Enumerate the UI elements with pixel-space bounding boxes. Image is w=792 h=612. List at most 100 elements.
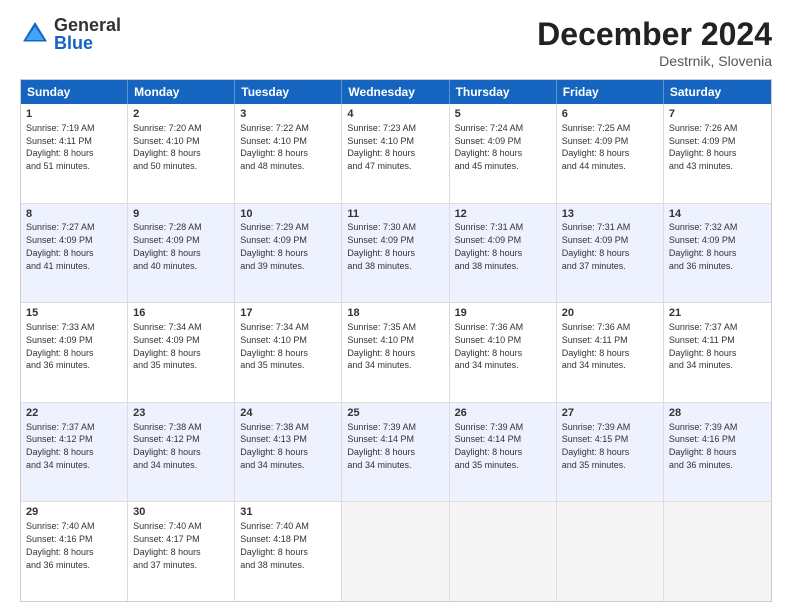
cell-info: Sunrise: 7:37 AMSunset: 4:12 PMDaylight:… [26, 422, 95, 470]
cell-dec25: 25 Sunrise: 7:39 AMSunset: 4:14 PMDaylig… [342, 403, 449, 502]
cell-info: Sunrise: 7:31 AMSunset: 4:09 PMDaylight:… [455, 222, 524, 270]
location: Destrnik, Slovenia [537, 53, 772, 69]
calendar: Sunday Monday Tuesday Wednesday Thursday… [20, 79, 772, 602]
cell-info: Sunrise: 7:22 AMSunset: 4:10 PMDaylight:… [240, 123, 309, 171]
cell-dec10: 10 Sunrise: 7:29 AMSunset: 4:09 PMDaylig… [235, 204, 342, 303]
cell-info: Sunrise: 7:37 AMSunset: 4:11 PMDaylight:… [669, 322, 738, 370]
cell-dec24: 24 Sunrise: 7:38 AMSunset: 4:13 PMDaylig… [235, 403, 342, 502]
day-number: 27 [562, 406, 658, 421]
logo: General Blue [20, 16, 121, 52]
logo-general: General [54, 16, 121, 34]
header-saturday: Saturday [664, 80, 771, 104]
cell-dec20: 20 Sunrise: 7:36 AMSunset: 4:11 PMDaylig… [557, 303, 664, 402]
day-number: 17 [240, 306, 336, 321]
day-number: 30 [133, 505, 229, 520]
cell-dec15: 15 Sunrise: 7:33 AMSunset: 4:09 PMDaylig… [21, 303, 128, 402]
cell-info: Sunrise: 7:39 AMSunset: 4:14 PMDaylight:… [455, 422, 524, 470]
cell-info: Sunrise: 7:26 AMSunset: 4:09 PMDaylight:… [669, 123, 738, 171]
day-number: 28 [669, 406, 766, 421]
cell-dec13: 13 Sunrise: 7:31 AMSunset: 4:09 PMDaylig… [557, 204, 664, 303]
cell-dec18: 18 Sunrise: 7:35 AMSunset: 4:10 PMDaylig… [342, 303, 449, 402]
calendar-body: 1 Sunrise: 7:19 AMSunset: 4:11 PMDayligh… [21, 104, 771, 601]
cell-info: Sunrise: 7:38 AMSunset: 4:13 PMDaylight:… [240, 422, 309, 470]
day-number: 15 [26, 306, 122, 321]
cell-info: Sunrise: 7:39 AMSunset: 4:15 PMDaylight:… [562, 422, 631, 470]
cell-info: Sunrise: 7:34 AMSunset: 4:09 PMDaylight:… [133, 322, 202, 370]
cell-dec12: 12 Sunrise: 7:31 AMSunset: 4:09 PMDaylig… [450, 204, 557, 303]
cell-info: Sunrise: 7:38 AMSunset: 4:12 PMDaylight:… [133, 422, 202, 470]
cell-info: Sunrise: 7:19 AMSunset: 4:11 PMDaylight:… [26, 123, 95, 171]
cell-dec1: 1 Sunrise: 7:19 AMSunset: 4:11 PMDayligh… [21, 104, 128, 203]
cell-info: Sunrise: 7:25 AMSunset: 4:09 PMDaylight:… [562, 123, 631, 171]
cell-info: Sunrise: 7:24 AMSunset: 4:09 PMDaylight:… [455, 123, 524, 171]
cell-empty-3 [557, 502, 664, 601]
day-number: 4 [347, 107, 443, 122]
logo-blue: Blue [54, 34, 121, 52]
cell-dec27: 27 Sunrise: 7:39 AMSunset: 4:15 PMDaylig… [557, 403, 664, 502]
cell-info: Sunrise: 7:28 AMSunset: 4:09 PMDaylight:… [133, 222, 202, 270]
header-tuesday: Tuesday [235, 80, 342, 104]
cell-dec26: 26 Sunrise: 7:39 AMSunset: 4:14 PMDaylig… [450, 403, 557, 502]
day-number: 16 [133, 306, 229, 321]
cell-dec4: 4 Sunrise: 7:23 AMSunset: 4:10 PMDayligh… [342, 104, 449, 203]
day-number: 18 [347, 306, 443, 321]
cell-info: Sunrise: 7:20 AMSunset: 4:10 PMDaylight:… [133, 123, 202, 171]
cell-info: Sunrise: 7:40 AMSunset: 4:17 PMDaylight:… [133, 521, 202, 569]
day-number: 3 [240, 107, 336, 122]
day-number: 7 [669, 107, 766, 122]
cell-dec9: 9 Sunrise: 7:28 AMSunset: 4:09 PMDayligh… [128, 204, 235, 303]
header-thursday: Thursday [450, 80, 557, 104]
cell-empty-4 [664, 502, 771, 601]
day-number: 24 [240, 406, 336, 421]
day-number: 14 [669, 207, 766, 222]
day-number: 23 [133, 406, 229, 421]
cell-dec5: 5 Sunrise: 7:24 AMSunset: 4:09 PMDayligh… [450, 104, 557, 203]
cell-dec6: 6 Sunrise: 7:25 AMSunset: 4:09 PMDayligh… [557, 104, 664, 203]
cell-info: Sunrise: 7:40 AMSunset: 4:18 PMDaylight:… [240, 521, 309, 569]
cell-dec3: 3 Sunrise: 7:22 AMSunset: 4:10 PMDayligh… [235, 104, 342, 203]
cell-info: Sunrise: 7:36 AMSunset: 4:11 PMDaylight:… [562, 322, 631, 370]
week-row-2: 8 Sunrise: 7:27 AMSunset: 4:09 PMDayligh… [21, 203, 771, 303]
week-row-5: 29 Sunrise: 7:40 AMSunset: 4:16 PMDaylig… [21, 501, 771, 601]
cell-dec30: 30 Sunrise: 7:40 AMSunset: 4:17 PMDaylig… [128, 502, 235, 601]
cell-info: Sunrise: 7:40 AMSunset: 4:16 PMDaylight:… [26, 521, 95, 569]
cell-info: Sunrise: 7:27 AMSunset: 4:09 PMDaylight:… [26, 222, 95, 270]
day-number: 22 [26, 406, 122, 421]
week-row-3: 15 Sunrise: 7:33 AMSunset: 4:09 PMDaylig… [21, 302, 771, 402]
day-number: 12 [455, 207, 551, 222]
cell-empty-2 [450, 502, 557, 601]
header-monday: Monday [128, 80, 235, 104]
cell-dec11: 11 Sunrise: 7:30 AMSunset: 4:09 PMDaylig… [342, 204, 449, 303]
day-number: 9 [133, 207, 229, 222]
day-number: 20 [562, 306, 658, 321]
day-number: 11 [347, 207, 443, 222]
cell-info: Sunrise: 7:33 AMSunset: 4:09 PMDaylight:… [26, 322, 95, 370]
cell-dec17: 17 Sunrise: 7:34 AMSunset: 4:10 PMDaylig… [235, 303, 342, 402]
cell-info: Sunrise: 7:32 AMSunset: 4:09 PMDaylight:… [669, 222, 738, 270]
cell-dec22: 22 Sunrise: 7:37 AMSunset: 4:12 PMDaylig… [21, 403, 128, 502]
day-number: 31 [240, 505, 336, 520]
cell-dec2: 2 Sunrise: 7:20 AMSunset: 4:10 PMDayligh… [128, 104, 235, 203]
cell-empty-1 [342, 502, 449, 601]
logo-icon [20, 19, 50, 49]
cell-info: Sunrise: 7:23 AMSunset: 4:10 PMDaylight:… [347, 123, 416, 171]
week-row-1: 1 Sunrise: 7:19 AMSunset: 4:11 PMDayligh… [21, 104, 771, 203]
cell-dec29: 29 Sunrise: 7:40 AMSunset: 4:16 PMDaylig… [21, 502, 128, 601]
day-number: 8 [26, 207, 122, 222]
cell-info: Sunrise: 7:39 AMSunset: 4:16 PMDaylight:… [669, 422, 738, 470]
day-number: 13 [562, 207, 658, 222]
day-number: 29 [26, 505, 122, 520]
header-sunday: Sunday [21, 80, 128, 104]
cell-info: Sunrise: 7:31 AMSunset: 4:09 PMDaylight:… [562, 222, 631, 270]
page: General Blue December 2024 Destrnik, Slo… [0, 0, 792, 612]
cell-info: Sunrise: 7:39 AMSunset: 4:14 PMDaylight:… [347, 422, 416, 470]
cell-info: Sunrise: 7:36 AMSunset: 4:10 PMDaylight:… [455, 322, 524, 370]
month-title: December 2024 [537, 16, 772, 53]
cell-dec28: 28 Sunrise: 7:39 AMSunset: 4:16 PMDaylig… [664, 403, 771, 502]
cell-dec19: 19 Sunrise: 7:36 AMSunset: 4:10 PMDaylig… [450, 303, 557, 402]
day-number: 10 [240, 207, 336, 222]
logo-text: General Blue [54, 16, 121, 52]
cell-dec7: 7 Sunrise: 7:26 AMSunset: 4:09 PMDayligh… [664, 104, 771, 203]
day-number: 26 [455, 406, 551, 421]
day-number: 1 [26, 107, 122, 122]
